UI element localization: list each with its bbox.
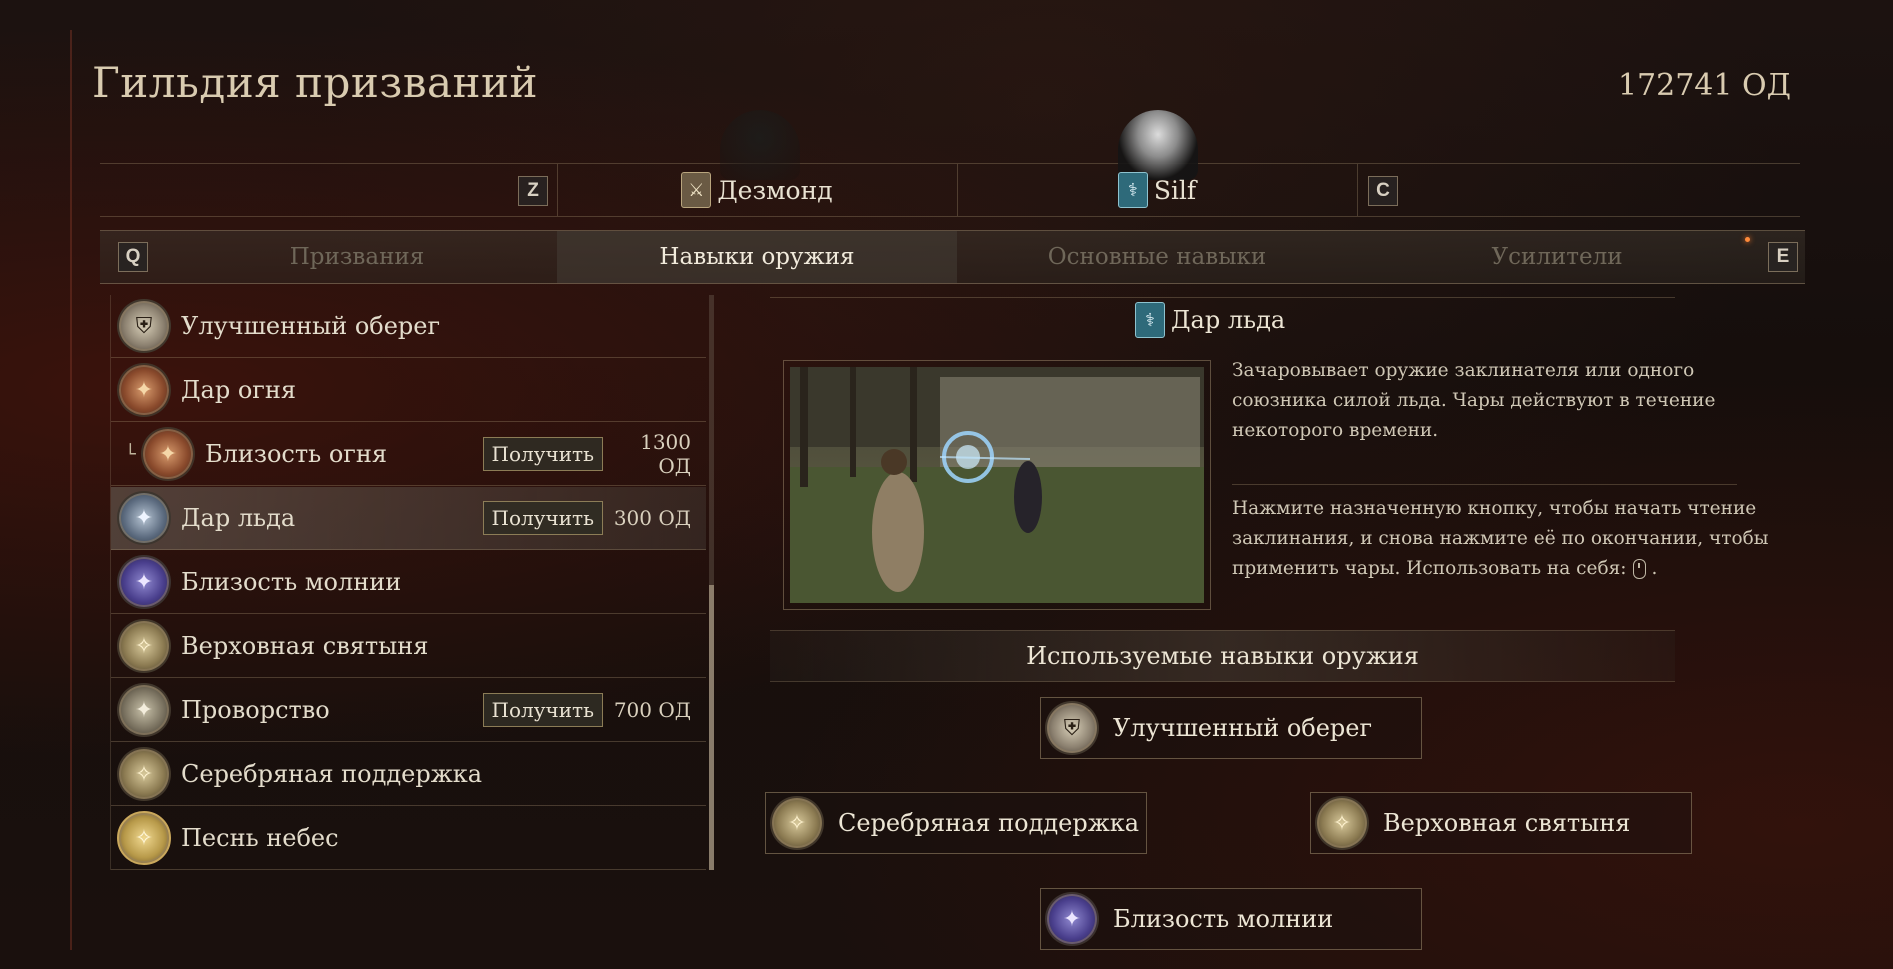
get-button[interactable]: Получить <box>482 693 603 727</box>
skill-description: Зачаровывает оружие заклинателя или одно… <box>1232 360 1716 441</box>
tab-core-skills[interactable]: Основные навыки <box>957 231 1357 283</box>
slot-label: Серебряная поддержка <box>838 809 1140 837</box>
character-name: Дезмонд <box>717 175 833 205</box>
equipped-skills-header: Используемые навыки оружия <box>770 630 1675 682</box>
agility-icon: ✦ <box>117 683 171 737</box>
equipped-slot-4[interactable]: ✦ Близость молнии <box>1040 888 1422 950</box>
list-scrollbar[interactable] <box>709 295 714 870</box>
scrollbar-thumb[interactable] <box>709 585 714 870</box>
skill-list: ⛨ Улучшенный оберег ✦ Дар огня └ ✦ Близо… <box>110 295 706 870</box>
divider <box>1232 484 1737 485</box>
skill-instructions: Нажмите назначенную кнопку, чтобы начать… <box>1232 494 1782 584</box>
tab-weapon-skills[interactable]: Навыки оружия <box>557 231 957 283</box>
equipped-skills-title: Используемые навыки оружия <box>1026 642 1419 670</box>
instructions-text: Нажмите назначенную кнопку, чтобы начать… <box>1232 498 1769 579</box>
heaven-song-icon: ✧ <box>117 811 171 865</box>
list-item[interactable]: └ ✦ Близость огня Получить 1300 ОД <box>111 423 706 486</box>
skill-name: Дар огня <box>181 376 296 404</box>
skill-cost: 300 ОД <box>613 506 691 530</box>
character-tab-desmond[interactable]: ⚔ Дезмонд <box>557 164 957 216</box>
lightning-affinity-icon: ✦ <box>117 555 171 609</box>
ward-shield-icon: ⛨ <box>1045 701 1099 755</box>
skill-name: Верховная святыня <box>181 632 429 660</box>
prev-tab-key[interactable]: Q <box>118 242 148 272</box>
ice-boon-icon: ✦ <box>117 491 171 545</box>
list-item[interactable]: ✦ Близость молнии <box>111 551 706 614</box>
list-item-selected[interactable]: ✦ Дар льда Получить 300 ОД <box>111 487 706 550</box>
holy-sanctuary-icon: ✧ <box>117 619 171 673</box>
list-item[interactable]: ✦ Дар огня <box>111 359 706 422</box>
fighter-vocation-icon: ⚔ <box>681 172 712 208</box>
lightning-affinity-icon: ✦ <box>1045 892 1099 946</box>
page-title: Гильдия призваний <box>92 58 538 107</box>
get-button[interactable]: Получить <box>482 501 603 535</box>
ember-decoration <box>1745 237 1750 242</box>
equipped-slot-1[interactable]: ⛨ Улучшенный оберег <box>1040 697 1422 759</box>
list-item[interactable]: ⛨ Улучшенный оберег <box>111 295 706 358</box>
equipped-slot-2[interactable]: ✧ Серебряная поддержка <box>765 792 1147 854</box>
skill-preview-image <box>790 367 1204 603</box>
character-name: Silf <box>1153 175 1197 205</box>
skill-name: Песнь небес <box>181 824 339 852</box>
equipped-slot-3[interactable]: ✧ Верховная святыня <box>1310 792 1692 854</box>
holy-sanctuary-icon: ✧ <box>1315 796 1369 850</box>
skill-name: Близость огня <box>205 440 387 468</box>
skill-title: Дар льда <box>1171 306 1286 334</box>
mage-vocation-icon: ⚕ <box>1117 172 1148 208</box>
skill-name: Дар льда <box>181 504 296 532</box>
skill-cost: 700 ОД <box>613 698 691 722</box>
slot-label: Улучшенный оберег <box>1113 714 1373 742</box>
character-tab-silf[interactable]: ⚕ Silf <box>957 164 1357 216</box>
skill-name: Близость молнии <box>181 568 402 596</box>
prerequisite-bracket-icon: └ <box>125 443 136 465</box>
next-character-key[interactable]: C <box>1368 176 1398 206</box>
list-item[interactable]: ✧ Верховная святыня <box>111 615 706 678</box>
skill-name: Серебряная поддержка <box>181 760 483 788</box>
skill-preview <box>783 360 1211 610</box>
tab-vocations[interactable]: Призвания <box>157 231 557 283</box>
prev-character-key[interactable]: Z <box>518 176 548 206</box>
slot-label: Близость молнии <box>1113 905 1334 933</box>
divider <box>1357 164 1358 216</box>
fire-boon-icon: ✦ <box>117 363 171 417</box>
skill-cost: 1300 ОД <box>640 430 691 478</box>
discipline-points-counter: 172741 ОД <box>1617 68 1791 103</box>
ward-shield-icon: ⛨ <box>117 299 171 353</box>
list-item[interactable]: ✧ Песнь небес <box>111 807 706 870</box>
silver-support-icon: ✧ <box>770 796 824 850</box>
skill-name: Проворство <box>181 696 330 724</box>
character-selector: Z ⚔ Дезмонд ⚕ Silf C <box>100 110 1800 217</box>
get-button[interactable]: Получить <box>482 437 603 471</box>
list-item[interactable]: ✦ Проворство Получить 700 ОД <box>111 679 706 742</box>
silver-support-icon: ✧ <box>117 747 171 801</box>
category-tabs: Q Призвания Навыки оружия Основные навык… <box>100 230 1805 284</box>
detail-title: ⚕ Дар льда <box>1135 300 1285 340</box>
tab-augments[interactable]: Усилители <box>1357 231 1757 283</box>
fire-affinity-icon: ✦ <box>141 427 195 481</box>
preview-scene <box>790 367 1204 603</box>
next-tab-key[interactable]: E <box>1768 242 1798 272</box>
slot-label: Верховная святыня <box>1383 809 1631 837</box>
list-item[interactable]: ✧ Серебряная поддержка <box>111 743 706 806</box>
mouse-icon <box>1632 559 1646 579</box>
instructions-end: . <box>1651 558 1658 579</box>
mage-vocation-icon: ⚕ <box>1135 302 1165 338</box>
divider <box>770 297 1675 298</box>
skill-name: Улучшенный оберег <box>181 312 441 340</box>
